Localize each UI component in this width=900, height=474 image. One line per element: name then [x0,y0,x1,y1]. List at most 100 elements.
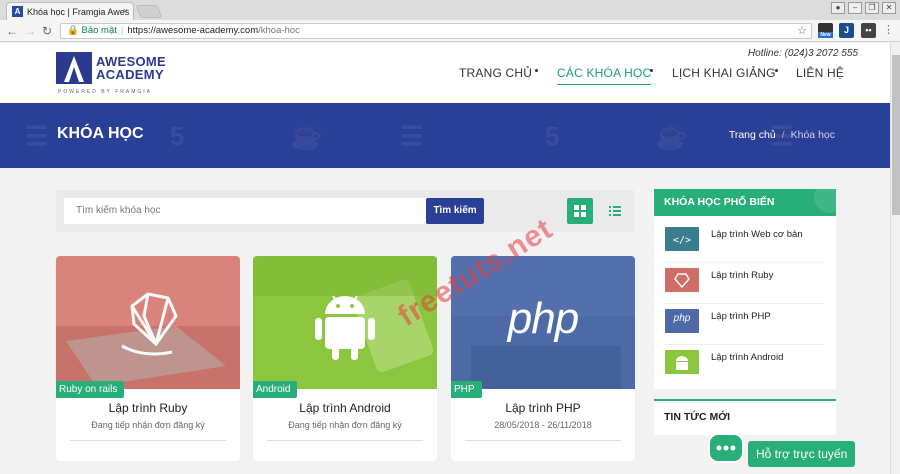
online-support-widget[interactable]: Hỗ trợ trực tuyến [708,433,860,474]
course-card-ruby[interactable]: Ruby on rails Lập trình Ruby Đang tiếp n… [56,256,240,461]
svg-text:</>: </> [673,235,691,246]
logo-mark-icon [56,52,92,84]
popular-item-label: Lập trình Web cơ bản [711,229,803,240]
ruby-course-image [56,256,240,389]
banner-decor-book-icon: ☰ [25,121,49,151]
banner-decor-book-icon: ☰ [400,121,424,151]
popular-title: KHÓA HỌC PHỔ BIẾN [664,196,775,208]
course-dates: 28/05/2018 - 26/11/2018 [494,420,592,430]
extension-j-icon[interactable]: J [839,23,854,38]
search-button[interactable]: Tìm kiếm [426,198,484,224]
scrollbar-thumb[interactable] [892,55,900,215]
course-card-android[interactable]: Android Lập trình Android Đang tiếp nhận… [253,256,437,461]
chat-dots-icon [716,445,736,451]
grid-view-icon [574,205,586,217]
hotline: Hotline: (024)3 2072 555 [747,48,858,59]
news-title: TIN TỨC MỚI [664,411,731,423]
extension-new-icon[interactable]: New [818,23,833,38]
android-course-thumb [665,350,699,374]
popular-courses-widget: KHÓA HỌC PHỔ BIẾN </> Lập trình Web cơ b… [654,189,836,389]
back-arrow-icon[interactable]: ← [6,24,18,38]
course-tag: PHP [451,381,482,398]
php-thumb-text: php [673,313,691,324]
banner-decor-html-icon: 5 [545,121,560,151]
browser-menu-icon[interactable]: ⋮ [883,23,894,36]
extension-dots-icon[interactable]: •• [861,23,876,38]
popular-item[interactable]: </> Lập trình Web cơ bản [665,222,825,263]
breadcrumb-home[interactable]: Trang chủ [729,129,776,141]
support-label[interactable]: Hỗ trợ trực tuyến [748,441,856,467]
banner-decor-java-icon: ☕ [290,121,323,151]
menu-divider-dot [535,69,538,72]
restore-icon[interactable]: ❐ [865,2,879,14]
menu-item-schedule[interactable]: LỊCH KHAI GIẢNG [672,66,776,80]
minimize-icon[interactable]: – [848,2,862,14]
breadcrumb: Trang chủ / Khóa học [729,129,835,141]
logo-tagline: POWERED BY FRAMGIA [58,89,152,95]
tab-title: Khóa học | Framgia Awes [27,7,130,17]
popular-item[interactable]: php Lập trình PHP [665,304,825,345]
widget-title: KHÓA HỌC PHỔ BIẾN [654,189,836,216]
popular-item-label: Lập trình Ruby [711,270,774,281]
popular-item[interactable]: Lập trình Ruby [665,263,825,304]
breadcrumb-current: Khóa học [790,129,835,141]
menu-item-contact[interactable]: LIÊN HỆ [796,66,844,80]
web-course-thumb: </> [665,227,699,251]
banner-decor-java-icon: ☕ [655,121,688,151]
website-viewport: AWESOME ACADEMY POWERED BY FRAMGIA Hotli… [0,43,890,474]
card-divider [70,440,226,441]
site-header: AWESOME ACADEMY POWERED BY FRAMGIA Hotli… [0,43,890,103]
header-decor-circle [814,189,836,213]
search-input[interactable]: Tìm kiếm khóa học [64,198,484,224]
browser-tab[interactable]: A Khóa học | Framgia Awes × [6,2,134,20]
tab-close-icon[interactable]: × [123,6,128,16]
address-bar: ← → ↻ 🔒 Bảo mật | https://awesome-academy.… [0,20,900,42]
extension-new-badge: New [818,32,833,38]
security-label: Bảo mật [81,25,117,36]
browser-tab-bar: A Khóa học | Framgia Awes × ● – ❐ ✕ [0,0,900,20]
grid-view-button[interactable] [567,198,593,224]
php-logo-text: php [507,294,579,343]
banner-decor-html-icon: 5 [170,121,185,151]
url-path: /khoa-hoc [258,25,300,36]
course-title[interactable]: Lập trình Android [253,401,437,415]
list-view-button[interactable] [602,198,628,224]
breadcrumb-separator: / [781,129,785,141]
popular-item[interactable]: Lập trình Android [665,345,825,386]
menu-item-home[interactable]: TRANG CHỦ [459,66,532,80]
ruby-course-thumb [665,268,699,292]
page-title: KHÓA HỌC [57,125,144,142]
popular-item-label: Lập trình Android [711,352,784,363]
lock-icon: 🔒 [67,25,79,36]
course-status: Đang tiếp nhận đơn đăng ký [288,420,402,430]
course-status: Đang tiếp nhận đơn đăng ký [91,420,205,430]
course-tag: Android [253,381,298,398]
profile-icon[interactable]: ● [831,2,845,14]
site-logo[interactable]: AWESOME ACADEMY POWERED BY FRAMGIA [56,52,176,96]
card-divider [267,440,423,441]
page-scrollbar[interactable] [890,43,900,474]
course-title[interactable]: Lập trình PHP [451,401,635,415]
menu-divider-dot [775,69,778,72]
menu-divider-dot [650,69,653,72]
url-input[interactable]: 🔒 Bảo mật | https://awesome-academy.com/kh… [60,23,812,39]
menu-item-courses[interactable]: CÁC KHÓA HỌC [557,66,652,85]
reload-icon[interactable]: ↻ [42,24,52,38]
page-banner: ☰ 5 ☕ ☰ 5 ☕ ☰ KHÓA HỌC Trang chủ / Khóa họ… [0,103,890,168]
course-tag: Ruby on rails [56,381,125,398]
logo-line-2: ACADEMY [96,67,164,82]
popular-item-label: Lập trình PHP [711,311,771,322]
card-divider [465,440,621,441]
site-favicon-icon: A [12,6,23,17]
list-view-icon [609,206,621,216]
bookmark-star-icon[interactable]: ☆ [797,24,807,38]
url-host: https://awesome-academy.com [127,25,259,36]
news-widget: TIN TỨC MỚI [654,399,836,435]
chat-bubble-icon[interactable] [708,433,744,463]
new-tab-button[interactable] [135,5,163,18]
course-title[interactable]: Lập trình Ruby [56,401,240,415]
forward-arrow-icon[interactable]: → [24,24,36,38]
url-separator: | [120,25,124,36]
window-controls: ● – ❐ ✕ [831,2,896,14]
close-window-icon[interactable]: ✕ [882,2,896,14]
